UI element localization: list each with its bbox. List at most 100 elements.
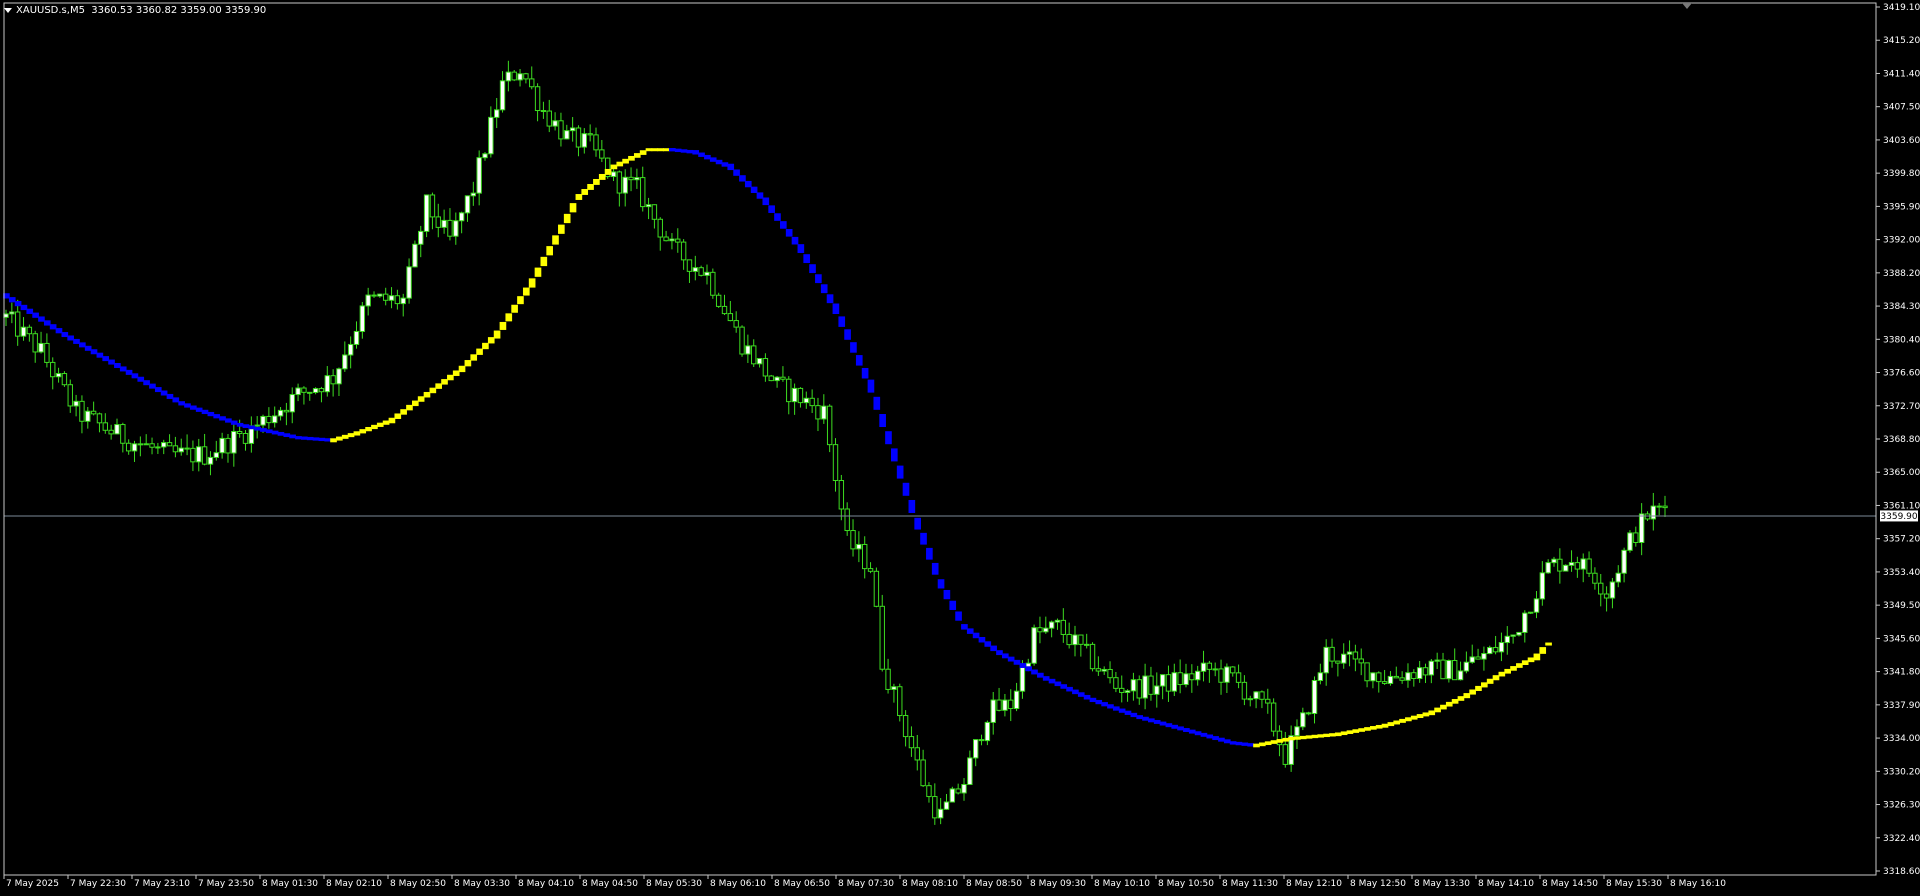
x-tick-label: 8 May 12:10 (1286, 879, 1342, 889)
candle-body (359, 305, 366, 332)
candle-body (856, 543, 862, 550)
candle-body (85, 410, 91, 422)
candle-body (143, 443, 149, 446)
x-tick-label: 8 May 02:50 (390, 879, 446, 889)
ma-segment (727, 163, 735, 171)
candle-body (488, 116, 494, 155)
ma-segment (1206, 734, 1214, 739)
candle-body (1481, 653, 1487, 660)
ma-segment (1200, 732, 1208, 737)
candle-body (826, 405, 833, 446)
candle-body (1393, 675, 1399, 679)
ma-segment (324, 438, 332, 442)
ma-segment (79, 342, 86, 348)
candle-body (891, 686, 897, 690)
candle-body (803, 397, 809, 404)
candle-body (1457, 670, 1464, 681)
candle-body (26, 326, 33, 335)
ma-segment (1375, 724, 1383, 729)
candle-body (1615, 572, 1621, 583)
ma-segment (978, 636, 986, 643)
candle-body (441, 219, 447, 228)
ma-segment (32, 312, 39, 318)
ma-segment (417, 396, 425, 402)
ma-segment (1434, 707, 1441, 713)
candle-body (1416, 667, 1423, 680)
ma-segment (1101, 702, 1108, 707)
y-tick-label: 3399.80 (1883, 169, 1920, 179)
ma-segment (1118, 708, 1126, 713)
candle-body (1212, 668, 1218, 671)
ma-segment (1352, 729, 1360, 733)
ma-segment (143, 380, 150, 386)
candle-body (885, 668, 891, 690)
candle-body (529, 78, 535, 88)
ma-segment (295, 436, 302, 440)
ma-segment (1364, 727, 1371, 731)
y-tick-label: 3330.20 (1883, 767, 1920, 777)
candle-body (815, 405, 821, 420)
ma-segment (67, 335, 74, 341)
chart-window[interactable]: 3419.10 3415.20 3411.40 3407.50 3403.60 3399.… (0, 0, 1920, 892)
candle (710, 268, 716, 299)
candle-body (499, 80, 506, 111)
candle-body (1043, 627, 1049, 633)
candle-body (1376, 672, 1382, 683)
dropdown-triangle-icon[interactable] (4, 7, 12, 13)
candle-body (902, 715, 909, 738)
y-tick-label: 3322.40 (1883, 834, 1920, 844)
candle-body (453, 220, 459, 237)
candle-body (564, 130, 570, 140)
candle-body (914, 747, 920, 761)
candlestick-chart[interactable]: 3419.10 3415.20 3411.40 3407.50 3403.60 3399.… (0, 0, 1920, 892)
candle-body (1562, 564, 1569, 572)
candle-body (312, 388, 319, 393)
candle-body (710, 271, 716, 296)
ma-segment (312, 437, 320, 441)
ma-segment (949, 600, 957, 610)
candle-body (984, 721, 991, 742)
ma-segment (336, 436, 343, 441)
candle-body (412, 243, 418, 268)
ma-segment (341, 434, 349, 439)
candle-body (155, 446, 161, 449)
ma-segment (663, 148, 670, 152)
candle-body (423, 194, 430, 232)
ma-segment (114, 362, 121, 368)
ma-segment (558, 224, 565, 234)
x-tick-label: 7 May 22:30 (70, 879, 126, 889)
ma-segment (371, 424, 378, 430)
candle-body (342, 354, 348, 370)
ma-segment (359, 429, 367, 434)
ma-segment (464, 360, 472, 367)
ma-segment (300, 436, 308, 440)
ma-segment (441, 379, 448, 385)
ma-segment (1428, 710, 1436, 716)
ma-segment (1516, 663, 1523, 668)
ma-segment (873, 396, 881, 410)
candle-body (149, 443, 155, 448)
candle-body (1294, 726, 1300, 737)
candle-body (435, 216, 441, 228)
candle-body (207, 456, 214, 465)
candle-body (213, 452, 219, 458)
candle-body (14, 311, 21, 337)
ma-segment (1165, 723, 1173, 728)
ma-segment (1387, 722, 1395, 727)
candle-body (1247, 698, 1253, 701)
ma-segment (943, 589, 951, 600)
ma-segment (1358, 728, 1365, 732)
candle-body (1335, 660, 1341, 664)
ma-segment (1066, 686, 1073, 692)
y-tick-label: 3372.70 (1883, 402, 1920, 412)
y-tick-label: 3415.20 (1883, 36, 1920, 46)
chart-background (0, 0, 1920, 892)
candle-body (1066, 633, 1072, 646)
candle-body (1346, 651, 1353, 655)
ma-segment (160, 390, 168, 396)
candle-body (1475, 656, 1481, 660)
candle-body (1159, 674, 1166, 687)
candle-body (1095, 668, 1102, 672)
ma-segment (166, 393, 174, 399)
candle-body (324, 375, 330, 393)
